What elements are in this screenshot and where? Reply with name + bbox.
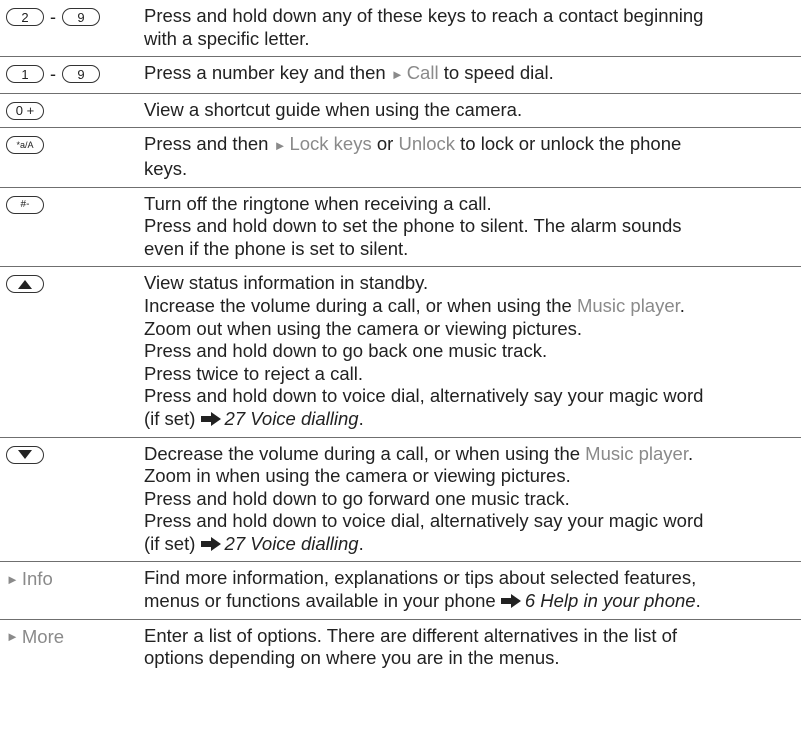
arrow-right-icon (200, 536, 221, 551)
selection-triangle-icon: ► (390, 67, 404, 83)
table-row-keys-2-9: 2 - 9 Press and hold down any of these k… (0, 0, 801, 58)
arrow-right-icon (200, 411, 221, 426)
more-softkey-label: More (21, 625, 65, 647)
cross-reference-link[interactable]: 27 Voice dialling (225, 408, 359, 429)
row-description: View a shortcut guide when using the cam… (144, 98, 523, 120)
key-1-icon: 1 (6, 65, 44, 84)
key-2-icon: 2 (6, 8, 44, 26)
key-9-icon: 9 (62, 65, 100, 84)
info-softkey-label: Info (21, 568, 53, 590)
up-arrow-key-icon (6, 275, 44, 294)
selection-triangle-icon: ► (6, 571, 19, 587)
row-description: Enter a list of options. There are diffe… (144, 624, 678, 669)
selection-triangle-icon: ► (6, 629, 19, 645)
table-row-key-star: *a/A Press and then ► Lock keys or Unlock… (0, 128, 801, 188)
row-description: Turn off the ringtone when receiving a c… (144, 192, 682, 259)
table-row-key-0: 0 + View a shortcut guide when using the… (0, 94, 801, 129)
table-row-info: ► Info Find more information, explanation… (0, 562, 801, 620)
table-row-keys-1-9: 1 - 9 Press a number key and then ► Call … (0, 57, 801, 94)
key-range-2-9: 2 - 9 (6, 0, 141, 34)
row-description: Find more information, explanations or t… (144, 567, 701, 612)
key-9-icon: 9 (62, 8, 100, 26)
table-row-volume-up: View status information in standby. Incr… (0, 267, 801, 438)
key-hash-icon: #- (6, 195, 44, 214)
row-description: View status information in standby. Incr… (144, 272, 704, 429)
row-description: Press and hold down any of these keys to… (144, 5, 704, 49)
key-functions-table: 2 - 9 Press and hold down any of these k… (0, 0, 801, 676)
key-range-1-9: 1 - 9 (6, 57, 141, 91)
cross-reference-link[interactable]: 27 Voice dialling (225, 533, 359, 554)
row-description: Decrease the volume during a call, or wh… (144, 442, 704, 554)
down-arrow-key-icon (6, 445, 44, 464)
selection-triangle-icon: ► (273, 138, 287, 154)
row-description: Press a number key and then ► Call to spe… (144, 62, 554, 84)
table-row-more: ► More Enter a list of options. There are… (0, 620, 801, 676)
cross-reference-link[interactable]: 6 Help in your phone (525, 590, 696, 611)
table-row-volume-down: Decrease the volume during a call, or wh… (0, 438, 801, 563)
arrow-right-icon (500, 594, 521, 609)
table-row-key-hash: #- Turn off the ringtone when receiving … (0, 188, 801, 268)
key-0-plus-icon: 0 + (6, 101, 44, 120)
row-description: Press and then ► Lock keys or Unlock to l… (144, 133, 682, 179)
key-star-icon: *a/A (6, 136, 44, 155)
